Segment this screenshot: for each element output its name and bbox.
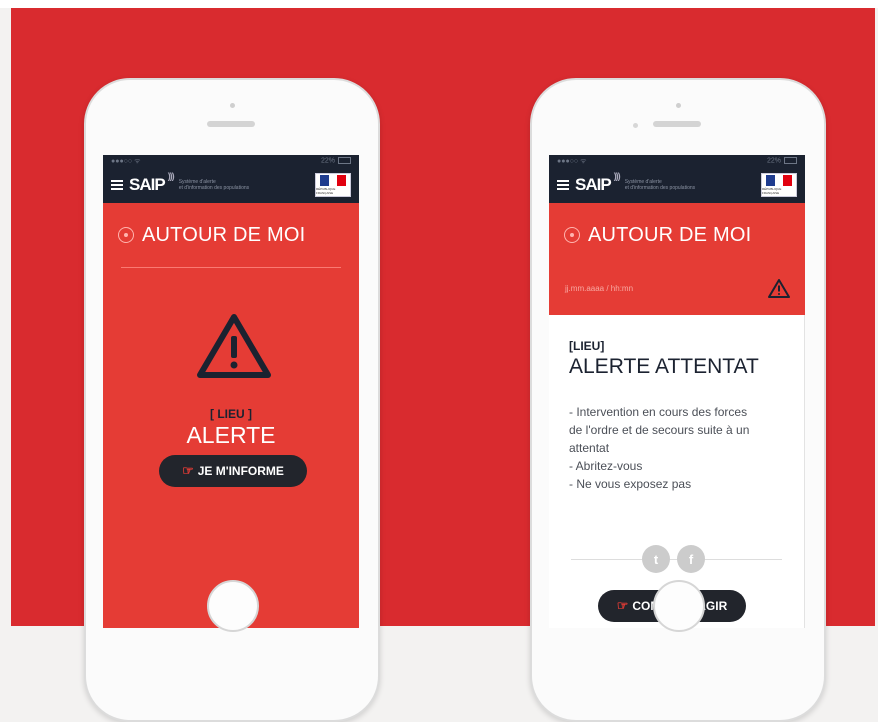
phone-camera bbox=[676, 103, 681, 108]
divider bbox=[121, 267, 341, 268]
section-header: AUTOUR DE MOI bbox=[549, 203, 805, 267]
section-header: AUTOUR DE MOI bbox=[103, 203, 359, 267]
hand-pointer-icon: ☞ bbox=[616, 598, 629, 613]
battery-icon bbox=[784, 157, 797, 165]
section-title: AUTOUR DE MOI bbox=[142, 223, 306, 246]
menu-icon[interactable] bbox=[111, 180, 123, 190]
alert-title: ALERTE bbox=[186, 422, 276, 448]
app-tagline: Système d'alerte et d'information des po… bbox=[624, 179, 696, 191]
home-button[interactable] bbox=[207, 580, 259, 632]
menu-icon[interactable] bbox=[557, 180, 569, 190]
top-strip bbox=[0, 0, 878, 8]
je-minforme-button[interactable]: ☞ JE M'INFORME bbox=[159, 455, 307, 487]
phone-speaker bbox=[207, 121, 255, 127]
battery-icon bbox=[338, 157, 351, 165]
alert-description: - Intervention en cours des forces de l'… bbox=[569, 403, 789, 493]
status-bar: ●●●○○ ᯤ 22% bbox=[103, 155, 359, 167]
date-strip: jj.mm.aaaa / hh:mn bbox=[549, 267, 805, 315]
section-title: AUTOUR DE MOI bbox=[588, 223, 752, 246]
hand-pointer-icon: ☞ bbox=[182, 463, 194, 478]
phone-speaker bbox=[653, 121, 701, 127]
button-label: JE M'INFORME bbox=[197, 464, 284, 478]
republique-francaise-logo: RÉPUBLIQUE FRANÇAISE bbox=[761, 173, 797, 197]
alert-location: [LIEU] bbox=[569, 339, 605, 353]
location-crosshair-icon bbox=[118, 227, 134, 243]
saip-logo: SAIP))) bbox=[129, 171, 175, 194]
app-bar: SAIP))) Système d'alerte et d'informatio… bbox=[549, 167, 805, 203]
alert-panel: [ LIEU ] ALERTE ☞ JE M'INFORME bbox=[103, 267, 359, 628]
warning-icon bbox=[197, 314, 271, 378]
alert-datetime: jj.mm.aaaa / hh:mn bbox=[565, 284, 634, 293]
republique-francaise-logo: RÉPUBLIQUE FRANÇAISE bbox=[315, 173, 351, 197]
twitter-icon[interactable]: t bbox=[642, 545, 670, 573]
home-button[interactable] bbox=[653, 580, 705, 632]
description-line: attentat bbox=[569, 441, 610, 455]
phone-right: ●●●○○ ᯤ 22% SAIP))) Système d'alerte et … bbox=[530, 78, 826, 722]
description-line: - Abritez-vous bbox=[569, 459, 643, 473]
phone-camera bbox=[230, 103, 235, 108]
facebook-icon[interactable]: f bbox=[677, 545, 705, 573]
screen-right: ●●●○○ ᯤ 22% SAIP))) Système d'alerte et … bbox=[549, 155, 805, 628]
app-tagline: Système d'alerte et d'information des po… bbox=[178, 179, 250, 191]
alert-location: [ LIEU ] bbox=[210, 407, 252, 421]
location-crosshair-icon bbox=[564, 227, 580, 243]
warning-icon bbox=[768, 279, 790, 298]
description-line: - Ne vous exposez pas bbox=[569, 477, 692, 491]
screen-left: ●●●○○ ᯤ 22% SAIP))) Système d'alerte et … bbox=[103, 155, 359, 628]
alert-title: ALERTE ATTENTAT bbox=[569, 355, 759, 378]
phone-left: ●●●○○ ᯤ 22% SAIP))) Système d'alerte et … bbox=[84, 78, 380, 722]
signal-indicator: ●●●○○ ᯤ bbox=[557, 157, 587, 165]
phone-sensor bbox=[633, 123, 638, 128]
saip-logo: SAIP))) bbox=[575, 171, 621, 194]
signal-indicator: ●●●○○ ᯤ bbox=[111, 157, 141, 165]
description-line: de l'ordre et de secours suite à un bbox=[569, 423, 750, 437]
app-bar: SAIP))) Système d'alerte et d'informatio… bbox=[103, 167, 359, 203]
description-line: - Intervention en cours des forces bbox=[569, 405, 748, 419]
battery-indicator: 22% bbox=[321, 157, 351, 165]
signal-wave-icon: ))) bbox=[613, 171, 621, 181]
battery-indicator: 22% bbox=[767, 157, 797, 165]
signal-wave-icon: ))) bbox=[167, 171, 175, 181]
status-bar: ●●●○○ ᯤ 22% bbox=[549, 155, 805, 167]
